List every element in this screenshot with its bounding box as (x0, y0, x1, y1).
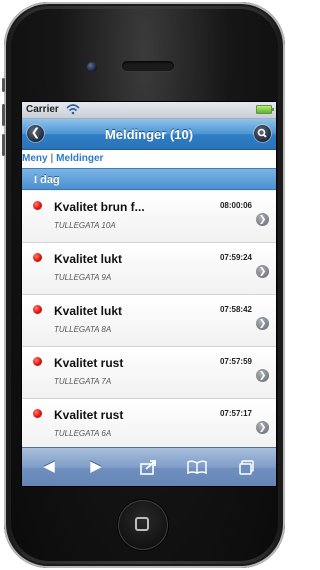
breadcrumb-link-meny[interactable]: Meny (22, 153, 48, 164)
share-icon[interactable] (136, 456, 160, 478)
wifi-icon (66, 104, 80, 115)
forward-arrow-icon[interactable]: ▶ (84, 456, 108, 478)
section-header: I dag (22, 168, 276, 190)
home-button[interactable] (118, 500, 168, 550)
chevron-right-icon[interactable]: ❯ (256, 265, 269, 278)
message-address: TULLEGATA 10A (54, 221, 116, 230)
search-icon (257, 128, 267, 138)
red-dot-icon (33, 201, 42, 210)
breadcrumb-separator: | (50, 153, 54, 164)
back-arrow-icon[interactable]: ◀ (37, 456, 61, 478)
screen: Carrier ❮ Meldinger (10) Meny | Meldinger … (21, 101, 277, 487)
message-list: Kvalitet brun f... TULLEGATA 10A 08:00:0… (22, 191, 276, 451)
red-dot-icon (33, 357, 42, 366)
volume-up-button (2, 104, 5, 126)
message-title: Kvalitet lukt (54, 304, 123, 318)
bookmarks-icon[interactable] (185, 456, 209, 478)
carrier-label: Carrier (26, 104, 59, 115)
message-time: 07:57:17 (219, 409, 252, 418)
silent-switch (2, 78, 5, 92)
message-address: TULLEGATA 8A (54, 325, 112, 334)
front-camera (87, 62, 97, 72)
message-title: Kvalitet rust (54, 408, 124, 422)
battery-icon (256, 105, 274, 114)
message-title: Kvalitet lukt (54, 252, 123, 266)
chevron-right-icon[interactable]: ❯ (256, 213, 269, 226)
message-title: Kvalitet rust (54, 356, 124, 370)
search-button[interactable] (254, 125, 271, 142)
list-item[interactable]: Kvalitet brun f... TULLEGATA 10A 08:00:0… (22, 191, 276, 243)
home-square-icon (135, 517, 149, 531)
browser-toolbar: ◀ ▶ (22, 447, 276, 486)
red-dot-icon (33, 253, 42, 262)
list-item[interactable]: Kvalitet lukt TULLEGATA 8A 07:58:42 ❯ (22, 295, 276, 347)
chevron-right-icon[interactable]: ❯ (256, 369, 269, 382)
status-bar: Carrier (22, 102, 276, 119)
breadcrumb-link-meldinger[interactable]: Meldinger (56, 153, 103, 164)
red-dot-icon (33, 305, 42, 314)
chevron-right-icon[interactable]: ❯ (256, 317, 269, 330)
red-dot-icon (33, 409, 42, 418)
list-item[interactable]: Kvalitet rust TULLEGATA 7A 07:57:59 ❯ (22, 347, 276, 399)
header-bar: ❮ Meldinger (10) (22, 119, 276, 150)
message-title: Kvalitet brun f... (54, 200, 145, 214)
list-item[interactable]: Kvalitet lukt TULLEGATA 9A 07:59:24 ❯ (22, 243, 276, 295)
tabs-icon[interactable] (235, 456, 259, 478)
list-item[interactable]: Kvalitet rust TULLEGATA 6A 07:57:17 ❯ (22, 399, 276, 451)
volume-down-button (2, 134, 5, 156)
chevron-right-icon[interactable]: ❯ (256, 421, 269, 434)
message-time: 07:58:42 (219, 305, 252, 314)
message-time: 07:57:59 (219, 357, 252, 366)
page-title: Meldinger (10) (104, 127, 194, 142)
message-time: 07:59:24 (219, 253, 252, 262)
earpiece-speaker (122, 61, 174, 71)
message-address: TULLEGATA 6A (54, 429, 112, 438)
message-address: TULLEGATA 9A (54, 273, 112, 282)
breadcrumb: Meny | Meldinger (22, 150, 276, 168)
message-time: 08:00:06 (219, 201, 252, 210)
message-address: TULLEGATA 7A (54, 377, 112, 386)
